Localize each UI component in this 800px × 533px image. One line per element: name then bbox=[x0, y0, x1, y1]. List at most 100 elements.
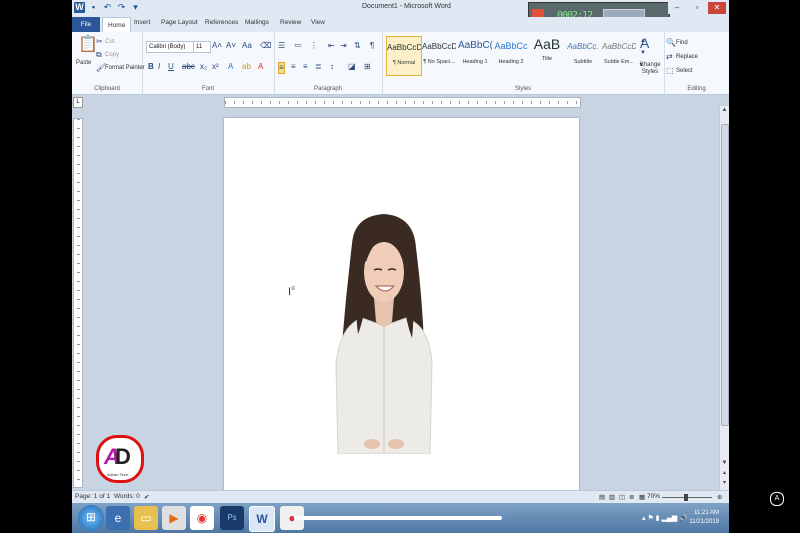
ruler-tab-selector[interactable]: L bbox=[73, 97, 83, 108]
change-styles-button[interactable]: Change Styles bbox=[638, 62, 662, 76]
grow-font-icon[interactable]: A˄ bbox=[212, 41, 222, 51]
replace-icon[interactable]: ⇄ bbox=[666, 52, 673, 62]
taskbar-clock[interactable]: 11:21 AM 11/21/2019 bbox=[689, 509, 719, 527]
close-icon[interactable]: ✕ bbox=[708, 2, 726, 14]
scroll-up-icon[interactable]: ▲ bbox=[720, 107, 729, 113]
previous-page-icon[interactable]: ▴ bbox=[720, 469, 729, 476]
find-button[interactable]: Find bbox=[676, 40, 688, 46]
style-subtitle[interactable]: AaBbCc. Subtitle bbox=[566, 36, 600, 74]
align-right-icon[interactable]: ≡ bbox=[303, 62, 308, 72]
tab-references[interactable]: References bbox=[205, 19, 238, 26]
multilevel-list-icon[interactable]: ⋮ bbox=[310, 41, 318, 51]
decrease-indent-icon[interactable]: ⇤ bbox=[328, 41, 335, 51]
strikethrough-icon[interactable]: abc bbox=[182, 62, 195, 72]
shading-icon[interactable]: ◪ bbox=[348, 62, 356, 72]
word-count[interactable]: Words: 0 bbox=[114, 493, 140, 500]
numbering-icon[interactable]: ≔ bbox=[294, 41, 302, 51]
select-icon[interactable]: ⬚ bbox=[666, 66, 674, 76]
align-center-icon[interactable]: ≡ bbox=[291, 62, 296, 72]
style-subtle-emphasis[interactable]: AaBbCcDt Subtle Em... bbox=[602, 36, 636, 74]
start-button-icon[interactable]: ⊞ bbox=[78, 505, 104, 531]
style-no-spacing[interactable]: AaBbCcDc ¶ No Spaci... bbox=[422, 36, 456, 74]
horizontal-ruler[interactable] bbox=[224, 97, 581, 108]
maximize-icon[interactable]: ▫ bbox=[688, 2, 706, 14]
save-icon[interactable]: ▪ bbox=[88, 2, 99, 13]
clear-formatting-icon[interactable]: ⌫ bbox=[260, 41, 271, 51]
paste-button[interactable]: Paste bbox=[76, 60, 91, 66]
undo-icon[interactable]: ↶ bbox=[102, 2, 113, 13]
tab-page-layout[interactable]: Page Layout bbox=[161, 19, 198, 26]
view-draft-icon[interactable]: ▦ bbox=[639, 493, 645, 501]
document-page[interactable]: I≡ bbox=[224, 118, 579, 490]
customize-qat-icon[interactable]: ▾ bbox=[130, 2, 141, 13]
inserted-photo[interactable] bbox=[332, 214, 436, 454]
next-page-icon[interactable]: ▾ bbox=[720, 479, 729, 486]
zoom-level[interactable]: 70% bbox=[647, 493, 660, 500]
zoom-slider-knob[interactable] bbox=[684, 494, 688, 501]
copy-button[interactable]: Copy bbox=[105, 52, 119, 58]
vertical-scrollbar[interactable]: ▲ ▼ ▴ ▾ bbox=[719, 106, 729, 490]
tab-home[interactable]: Home bbox=[102, 17, 132, 33]
bold-icon[interactable]: B bbox=[148, 62, 154, 72]
show-formatting-icon[interactable]: ¶ bbox=[370, 41, 374, 51]
page-count[interactable]: Page: 1 of 1 bbox=[75, 493, 110, 500]
tab-file[interactable]: File bbox=[72, 17, 100, 32]
align-left-icon[interactable]: ≡ bbox=[278, 62, 285, 74]
proofing-icon[interactable]: ✔ bbox=[144, 493, 149, 501]
select-button[interactable]: Select bbox=[676, 68, 693, 74]
tab-view[interactable]: View bbox=[311, 19, 325, 26]
view-full-screen-icon[interactable]: ▥ bbox=[609, 493, 615, 501]
system-tray-icons[interactable]: ▴ ⚑ ▮ ▂▄▆ 🔊 bbox=[642, 514, 688, 522]
style-heading-1[interactable]: AaBbC( Heading 1 bbox=[458, 36, 492, 74]
find-icon[interactable]: 🔍 bbox=[666, 38, 676, 48]
style-normal[interactable]: AaBbCcDc ¶ Normal bbox=[386, 36, 422, 76]
sort-icon[interactable]: ⇅ bbox=[354, 41, 361, 51]
paste-icon[interactable]: 📋 bbox=[78, 36, 98, 54]
view-web-layout-icon[interactable]: ◫ bbox=[619, 493, 625, 501]
internet-explorer-icon[interactable]: e bbox=[106, 506, 130, 530]
italic-icon[interactable]: I bbox=[158, 62, 160, 72]
cut-icon[interactable]: ✂ bbox=[96, 37, 103, 47]
highlight-icon[interactable]: ab bbox=[242, 62, 251, 72]
change-case-icon[interactable]: Aa bbox=[242, 41, 252, 51]
text-effects-icon[interactable]: A bbox=[228, 62, 233, 72]
tab-mailings[interactable]: Mailings bbox=[245, 19, 269, 26]
word-app-icon[interactable]: W bbox=[74, 2, 85, 13]
style-title[interactable]: AaB Title bbox=[530, 36, 564, 74]
media-player-icon[interactable]: ▶ bbox=[162, 506, 186, 530]
file-explorer-icon[interactable]: ▭ bbox=[134, 506, 158, 530]
replace-button[interactable]: Replace bbox=[676, 54, 698, 60]
vertical-ruler[interactable] bbox=[73, 118, 83, 488]
underline-icon[interactable]: U bbox=[168, 62, 174, 72]
word-taskbar-icon[interactable]: W bbox=[249, 506, 275, 532]
redo-icon[interactable]: ↷ bbox=[116, 2, 127, 13]
zoom-in-icon[interactable]: ⊕ bbox=[717, 493, 722, 501]
chrome-icon[interactable]: ◉ bbox=[190, 506, 214, 530]
shrink-font-icon[interactable]: A˅ bbox=[226, 41, 236, 51]
view-print-layout-icon[interactable]: ▤ bbox=[599, 493, 605, 501]
scrollbar-thumb[interactable] bbox=[721, 124, 729, 426]
change-styles-icon[interactable]: A bbox=[640, 36, 649, 50]
view-outline-icon[interactable]: ≣ bbox=[629, 493, 634, 501]
superscript-icon[interactable]: x² bbox=[212, 62, 219, 72]
borders-icon[interactable]: ⊞ bbox=[364, 62, 371, 72]
bullets-icon[interactable]: ☰ bbox=[278, 41, 285, 51]
format-painter-button[interactable]: Format Painter bbox=[105, 65, 145, 71]
font-name-select[interactable]: Calibri (Body) bbox=[146, 41, 194, 53]
font-size-select[interactable]: 11 bbox=[193, 41, 211, 53]
subscript-icon[interactable]: x₂ bbox=[200, 62, 207, 72]
line-spacing-icon[interactable]: ↕ bbox=[330, 62, 334, 72]
style-name: Title bbox=[541, 56, 553, 62]
minimize-icon[interactable]: – bbox=[668, 2, 686, 14]
style-heading-2[interactable]: AaBbCc Heading 2 bbox=[494, 36, 528, 74]
justify-icon[interactable]: ≣ bbox=[315, 62, 322, 72]
tab-insert[interactable]: Insert bbox=[134, 19, 150, 26]
increase-indent-icon[interactable]: ⇥ bbox=[340, 41, 347, 51]
photoshop-icon[interactable]: Ps bbox=[220, 506, 244, 530]
font-color-icon[interactable]: A bbox=[258, 62, 263, 72]
zoom-slider[interactable] bbox=[662, 494, 712, 501]
cut-button[interactable]: Cut bbox=[105, 39, 114, 45]
tab-review[interactable]: Review bbox=[280, 19, 301, 26]
copy-icon[interactable]: ⧉ bbox=[96, 50, 102, 60]
scroll-down-icon[interactable]: ▼ bbox=[720, 460, 729, 466]
